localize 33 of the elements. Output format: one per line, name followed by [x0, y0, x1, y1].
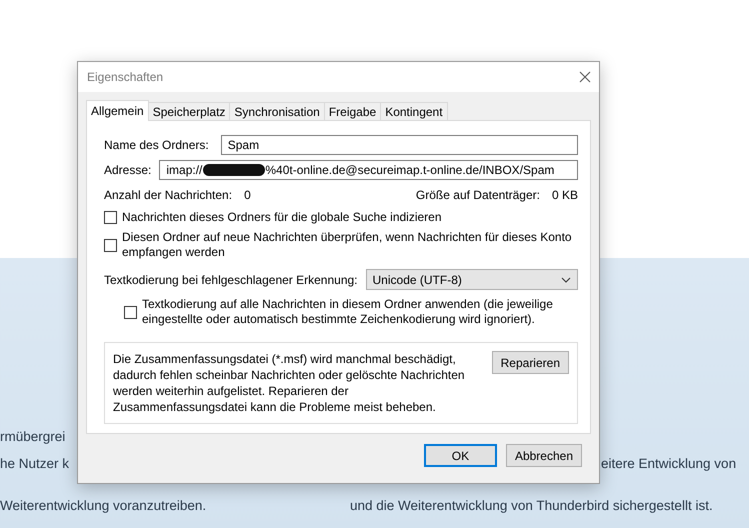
checkbox[interactable]	[124, 306, 137, 318]
repair-button[interactable]: Reparieren	[492, 351, 569, 374]
tab[interactable]: Synchronisation	[229, 102, 325, 121]
checkbox[interactable]	[104, 238, 117, 252]
background-text: rmübergrei	[0, 428, 66, 446]
dialog-button[interactable]: Abbrechen	[506, 444, 582, 467]
tab[interactable]: Freigabe	[324, 102, 382, 121]
background-text: eitere Entwicklung von	[601, 455, 736, 473]
close-icon[interactable]	[579, 71, 591, 83]
input-field[interactable]: imap:// %40t-online.de@secureimap.t-online.de/INBOX/Spam	[159, 160, 578, 180]
chevron-icon	[561, 276, 571, 282]
checkbox-label: Diesen Ordner auf neue Nachrichten überprüfen, wenn Nachrichten für dieses Konto empfangen werden	[122, 230, 573, 260]
input-field[interactable]: Spam	[220, 135, 578, 155]
repair-description: Die Zusammenfassungsdatei (*.msf) wird manchmal beschädigt, dadurch fehlen scheinbar Nachrichten oder gelöschte Nachrichten werden weiterhin aufgelistet. Reparieren der Zusammenfassungsdatei kann die Probleme meist beheben.	[113, 351, 466, 415]
background-text: he Nutzer k	[0, 455, 70, 473]
info-value: 0	[244, 188, 251, 202]
checkbox-label: Nachrichten dieses Ordners für die globale Suche indizieren	[122, 210, 442, 225]
checkbox-label: Textkodierung auf alle Nachrichten in diesem Ordner anwenden (die jeweilige eingestellte oder automatisch bestimmte Zeichenkodierung wird ignoriert).	[142, 297, 554, 327]
window-title: Eigenschaften	[87, 70, 164, 84]
dialog-button[interactable]: OK	[424, 444, 497, 467]
info-label: Größe auf Datenträger:	[416, 188, 540, 202]
tab[interactable]: Speicherplatz	[148, 102, 230, 121]
info-value: 0 KB	[552, 188, 578, 202]
field-label: Textkodierung bei fehlgeschlagener Erkennung:	[104, 272, 358, 286]
tab[interactable]: Kontingent	[380, 102, 448, 121]
tab[interactable]: Allgemein	[86, 100, 149, 121]
field-label: Name des Ordners:	[104, 138, 209, 152]
encoding-dropdown[interactable]: Unicode (UTF-8)	[366, 269, 578, 290]
checkbox[interactable]	[104, 211, 117, 224]
background-text: und die Weiterentwicklung von Thunderbird sichergestellt ist.	[350, 497, 713, 515]
info-label: Anzahl der Nachrichten:	[104, 188, 232, 202]
background-text: Weiterentwicklung voranzutreiben.	[0, 497, 206, 515]
field-label: Adresse:	[104, 163, 152, 177]
